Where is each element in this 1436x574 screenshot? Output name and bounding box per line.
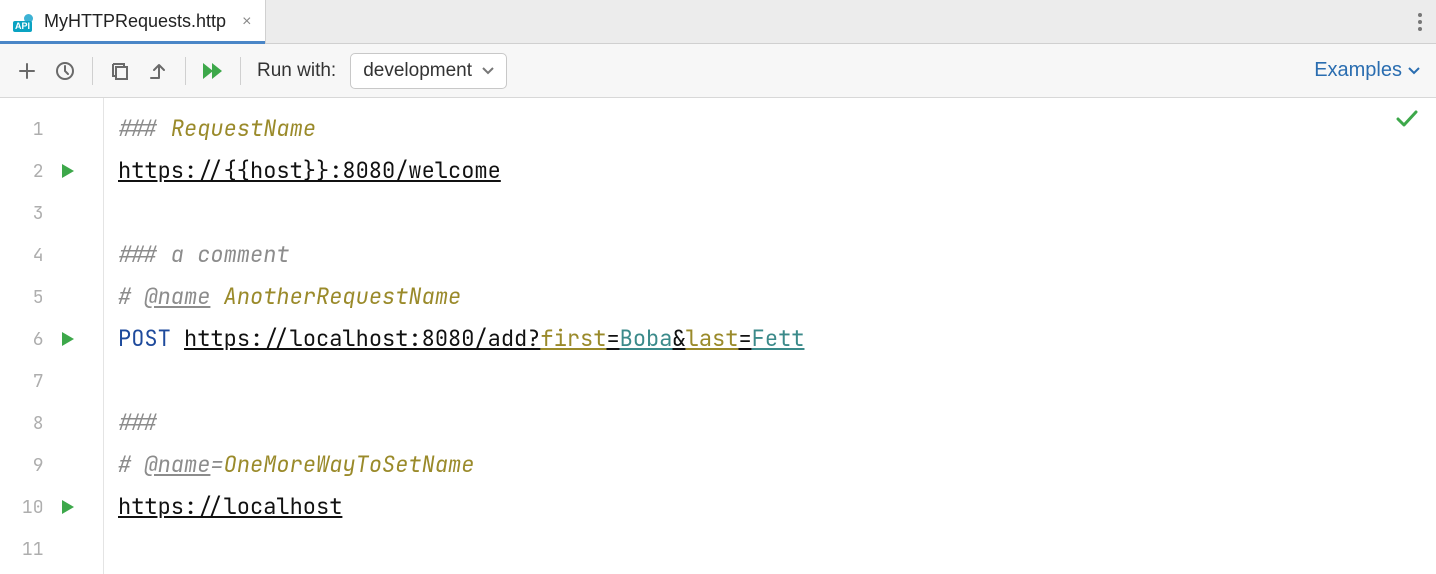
code-line: ### xyxy=(118,402,1436,444)
code-area[interactable]: ### RequestName https://{{host}}:8080/we… xyxy=(104,98,1436,574)
line-number: 7 xyxy=(0,370,44,393)
line-number: 10 xyxy=(0,496,44,519)
tab-label: MyHTTPRequests.http xyxy=(44,11,226,32)
http-file-icon: API xyxy=(14,13,36,31)
run-gutter-icon[interactable] xyxy=(44,163,93,179)
code-line: ### RequestName xyxy=(118,108,1436,150)
code-line xyxy=(118,192,1436,234)
code-line: # @name AnotherRequestName xyxy=(118,276,1436,318)
separator xyxy=(185,57,186,85)
chevron-down-icon xyxy=(1408,67,1420,75)
file-tab[interactable]: API MyHTTPRequests.http × xyxy=(0,0,266,43)
line-number: 4 xyxy=(0,244,44,267)
code-line: ### a comment xyxy=(118,234,1436,276)
environment-select[interactable]: development xyxy=(350,53,507,89)
tab-more-menu-icon[interactable] xyxy=(1404,0,1436,43)
line-number: 11 xyxy=(0,538,44,561)
examples-button[interactable]: Examples xyxy=(1314,59,1420,82)
line-number: 3 xyxy=(0,202,44,225)
import-button[interactable] xyxy=(141,54,175,88)
status-ok-icon[interactable] xyxy=(1396,110,1418,128)
line-number: 6 xyxy=(0,328,44,351)
line-number: 5 xyxy=(0,286,44,309)
line-number: 1 xyxy=(0,118,44,141)
run-gutter-icon[interactable] xyxy=(44,499,93,515)
line-number: 8 xyxy=(0,412,44,435)
run-all-button[interactable] xyxy=(196,54,230,88)
separator xyxy=(92,57,93,85)
examples-label: Examples xyxy=(1314,59,1402,82)
code-line xyxy=(118,360,1436,402)
code-line xyxy=(118,528,1436,570)
toolbar: Run with: development Examples xyxy=(0,44,1436,98)
code-line: # @name=OneMoreWayToSetName xyxy=(118,444,1436,486)
code-line: https://{{host}}:8080/welcome xyxy=(118,150,1436,192)
history-button[interactable] xyxy=(48,54,82,88)
add-button[interactable] xyxy=(10,54,44,88)
close-icon[interactable]: × xyxy=(242,13,251,31)
copy-button[interactable] xyxy=(103,54,137,88)
gutter: 1 2 3 4 5 6 7 8 9 10 11 xyxy=(0,98,104,574)
code-line: https://localhost xyxy=(118,486,1436,528)
code-line: POST https://localhost:8080/add?first=Bo… xyxy=(118,318,1436,360)
environment-value: development xyxy=(363,60,472,82)
tab-bar: API MyHTTPRequests.http × xyxy=(0,0,1436,44)
separator xyxy=(240,57,241,85)
chevron-down-icon xyxy=(482,67,494,75)
editor: 1 2 3 4 5 6 7 8 9 10 11 ### RequestName … xyxy=(0,98,1436,574)
line-number: 9 xyxy=(0,454,44,477)
run-gutter-icon[interactable] xyxy=(44,331,93,347)
run-with-label: Run with: xyxy=(257,60,336,82)
line-number: 2 xyxy=(0,160,44,183)
